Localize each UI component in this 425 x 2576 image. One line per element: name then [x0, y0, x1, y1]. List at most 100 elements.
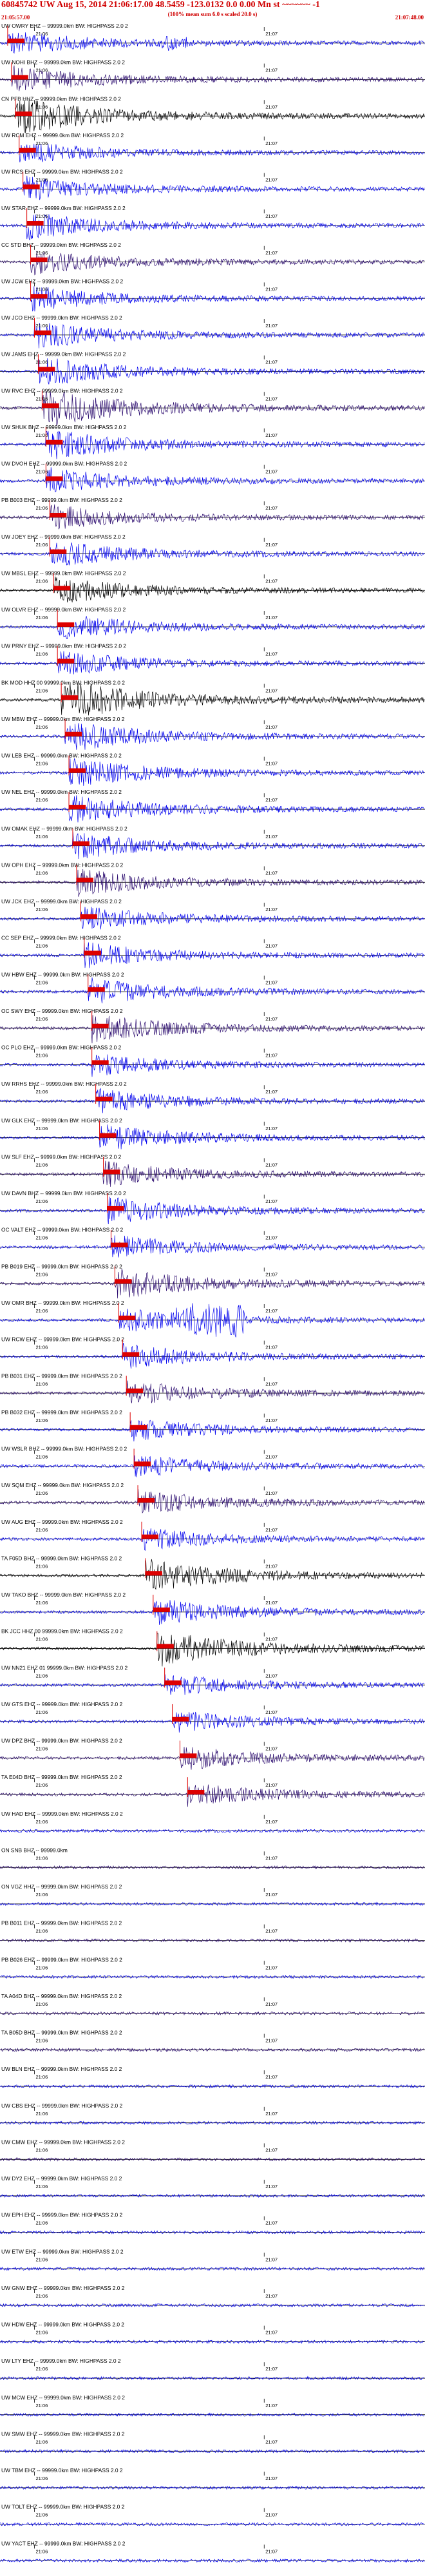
- pick-marker: [115, 1279, 132, 1284]
- time-tick-label: 21:06: [36, 396, 48, 401]
- station-label: UW NEL EHZ -- 99999.0km BW: HIGHPASS 2.0…: [1, 789, 122, 795]
- station-label: UW DVOH EHZ -- 99999.0km BW: HIGHPASS 2.…: [1, 461, 127, 467]
- time-tick-label: 21:06: [36, 250, 48, 256]
- time-tick-label: 21:07: [265, 578, 278, 584]
- trace-waveform: [0, 869, 424, 897]
- trace-waveform: [0, 1343, 425, 1369]
- time-tick-label: 21:07: [265, 2147, 278, 2153]
- trace-waveform: [0, 2303, 425, 2308]
- pick-marker: [138, 1497, 155, 1503]
- trace-waveform: [0, 543, 425, 566]
- time-tick-label: 21:06: [36, 1126, 48, 1131]
- time-tick-label: 21:06: [36, 2439, 48, 2445]
- trace-waveform: [0, 1674, 425, 1695]
- pick-marker: [57, 622, 75, 627]
- station-label: OC VALT EHZ -- 99999.0km BW: HIGHPASS 2.…: [1, 1227, 123, 1233]
- station-label: UW HAD EHZ -- 99999.0km BW: HIGHPASS 2.0…: [1, 1811, 123, 1817]
- time-tick-label: 21:06: [36, 542, 48, 548]
- trace-waveform: [0, 1235, 425, 1258]
- time-tick-label: 21:07: [265, 1381, 278, 1387]
- station-label: PB B019 EHZ -- 99999.0km BW: HIGHPASS 2.…: [1, 1263, 122, 1269]
- station-label: UW CBS EHZ -- 99999.0km BW: HIGHPASS 2.0…: [1, 2102, 123, 2109]
- time-tick-label: 21:07: [265, 31, 278, 37]
- pick-marker: [103, 1169, 120, 1175]
- station-label: UW JCO EHZ -- 99999.0km BW: HIGHPASS 2.0…: [1, 314, 122, 321]
- station-label: UW RRHS EHZ -- 99999.0km BW: HIGHPASS 2.…: [1, 1081, 127, 1087]
- station-label: UW YACT EHZ -- 99999.0km BW: HIGHPASS 2.…: [1, 2540, 126, 2546]
- pick-marker: [180, 1753, 197, 1758]
- station-label: UW JAMS EHZ -- 99999.0km BW: HIGHPASS 2.…: [1, 351, 126, 358]
- time-tick-label: 21:07: [265, 250, 278, 256]
- pick-marker: [153, 1607, 170, 1612]
- station-label: UW LTY EHZ -- 99999.0km BW: HIGHPASS 2.0…: [1, 2358, 121, 2364]
- time-tick-label: 21:06: [36, 140, 48, 146]
- time-tick-label: 21:07: [265, 2293, 278, 2299]
- time-tick-label: 21:07: [265, 615, 278, 620]
- trace-waveform: [0, 758, 425, 786]
- time-tick-label: 21:06: [36, 2293, 48, 2299]
- time-tick-label: 21:06: [36, 2403, 48, 2408]
- time-tick-label: 21:07: [265, 1563, 278, 1569]
- pick-marker: [95, 1097, 113, 1102]
- station-label: UW GTS EHZ -- 99999.0km BW: HIGHPASS 2.0…: [1, 1701, 123, 1707]
- time-tick-label: 21:06: [36, 578, 48, 584]
- trace-waveform: [0, 1124, 425, 1149]
- time-tick-label: 21:07: [265, 1819, 278, 1825]
- time-tick-label: 21:06: [36, 761, 48, 767]
- station-label: UW HDW EHZ -- 99999.0km BW: HIGHPASS 2.0…: [1, 2321, 124, 2328]
- station-label: UW AUG EHZ -- 99999.0km BW: HIGHPASS 2.0…: [1, 1519, 123, 1525]
- station-label: UW TAKO BHZ -- 99999.0km BW: HIGHPASS 2.…: [1, 1591, 126, 1598]
- time-tick-label: 21:06: [36, 979, 48, 985]
- pick-marker: [107, 1206, 124, 1211]
- pick-marker: [46, 439, 63, 445]
- time-tick-label: 21:07: [265, 1527, 278, 1533]
- time-tick-label: 21:06: [36, 1928, 48, 1934]
- time-tick-label: 21:07: [265, 2184, 278, 2189]
- time-tick-label: 21:07: [265, 1271, 278, 1277]
- station-label: UW BLN EHZ -- 99999.0km BW: HIGHPASS 2.0…: [1, 2066, 122, 2072]
- station-label: UW RVC EHZ -- 99999.0km BW: HIGHPASS 2.0…: [1, 387, 123, 394]
- time-tick-label: 21:06: [36, 1308, 48, 1314]
- pick-marker: [145, 1571, 162, 1576]
- pick-marker: [23, 184, 40, 189]
- time-tick-label: 21:06: [36, 213, 48, 219]
- station-label: UW OMR BHZ -- 99999.0km BW: HIGHPASS 2.0…: [1, 1300, 124, 1306]
- trace-waveform: [0, 795, 425, 823]
- pick-marker: [50, 549, 67, 554]
- time-tick-label: 21:06: [36, 177, 48, 183]
- time-tick-label: 21:06: [36, 1345, 48, 1350]
- time-tick-label: 21:06: [36, 286, 48, 292]
- time-tick-label: 21:06: [36, 2038, 48, 2044]
- time-tick-label: 21:07: [265, 1746, 278, 1752]
- pick-marker: [88, 987, 105, 992]
- trace-waveform: [0, 467, 425, 493]
- time-tick-label: 21:07: [265, 177, 278, 183]
- station-label: UW NOHI BHZ -- 99999.0km BW: HIGHPASS 2.…: [1, 59, 125, 66]
- time-tick-label: 21:06: [36, 1198, 48, 1204]
- time-tick-label: 21:06: [36, 505, 48, 511]
- time-tick-label: 21:06: [36, 2512, 48, 2518]
- time-tick-label: 21:06: [36, 323, 48, 329]
- time-tick-label: 21:07: [265, 943, 278, 949]
- station-label: UW JOEY EHZ -- 99999.0km BW: HIGHPASS 2.…: [1, 533, 126, 540]
- station-label: PB B003 EHZ -- 99999.0km BW: HIGHPASS 2.…: [1, 497, 122, 503]
- time-tick-label: 21:06: [36, 2548, 48, 2554]
- time-tick-label: 21:06: [36, 1490, 48, 1496]
- station-label: UW DPZ BHZ -- 99999.0km BW: HIGHPASS 2.0…: [1, 1738, 122, 1744]
- station-label: UW DY2 EHZ -- 99999.0km BW: HIGHPASS 2.0…: [1, 2175, 122, 2182]
- time-tick-label: 21:07: [265, 2220, 278, 2226]
- station-label: UW NN21 EHZ 01 99999.0km BW: HIGHPASS 2.…: [1, 1664, 128, 1671]
- trace-waveform: [0, 65, 425, 91]
- pick-marker: [172, 1716, 189, 1722]
- time-tick-label: 21:06: [36, 907, 48, 912]
- time-tick-label: 21:06: [36, 1162, 48, 1168]
- time-tick-label: 21:07: [265, 2403, 278, 2408]
- station-label: UW OMAK EHZ -- 99999.0km BW: HIGHPASS 2.…: [1, 825, 128, 832]
- time-tick-label: 21:07: [265, 687, 278, 693]
- time-tick-label: 21:07: [265, 2548, 278, 2554]
- time-tick-label: 21:07: [265, 651, 278, 657]
- time-tick-label: 21:06: [36, 360, 48, 365]
- pick-marker: [111, 1242, 128, 1247]
- time-tick-label: 21:07: [265, 1126, 278, 1131]
- time-tick-label: 21:07: [265, 2256, 278, 2262]
